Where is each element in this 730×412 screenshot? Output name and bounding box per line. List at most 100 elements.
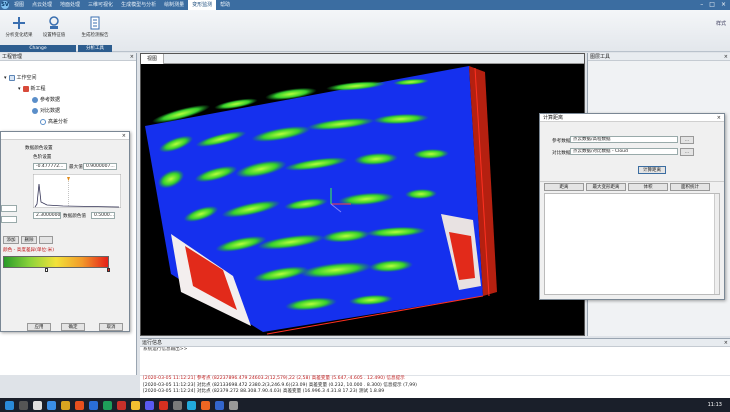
log-lines-area: [2020-03-05 11:12:21] 参考点 (82237896.479 … — [140, 376, 730, 398]
taskbar-app-icon[interactable] — [19, 400, 28, 410]
taskbar-app-icon[interactable] — [145, 400, 154, 410]
menu-item[interactable]: 视图 — [10, 0, 28, 10]
mid-label: 数据颜色值 — [63, 214, 86, 219]
layer-tools-header: 图层工具 × — [588, 53, 730, 61]
tree-item-compare[interactable]: 对比数据 — [32, 107, 60, 114]
right-value-field[interactable]: 0.5000... — [91, 212, 115, 219]
apply-button[interactable]: 应用 — [27, 323, 51, 331]
title-bar: SV 视图 点云处理 地面处理 三维可视化 生成模型与分析 绘制测量 变形监测 帮助 – □ … — [0, 0, 730, 10]
taskbar-app-icon[interactable] — [61, 400, 70, 410]
scrollbar[interactable] — [714, 194, 719, 294]
collapse-icon[interactable]: ▾ — [4, 75, 7, 81]
report-icon — [90, 16, 100, 30]
set-feature-button[interactable]: 设置特征值 — [40, 16, 68, 42]
taskbar-app-icon[interactable] — [89, 400, 98, 410]
feature-icon — [49, 16, 59, 29]
tree-item-height-diff[interactable]: 高差分析 — [40, 118, 68, 125]
taskbar-app-icon[interactable] — [75, 400, 84, 410]
ribbon-group-tools: 分析工具 — [78, 45, 112, 52]
taskbar: 11:13 — [0, 398, 730, 412]
ribbon-group-change: Change — [0, 45, 76, 52]
min-value-field[interactable]: -0.477772... — [33, 163, 67, 170]
project-panel-header: 工程管理 × — [0, 53, 136, 61]
ok-button[interactable]: 确定 — [61, 323, 85, 331]
max-value-field[interactable]: 0.9000007... — [83, 163, 117, 170]
taskbar-app-icon[interactable] — [47, 400, 56, 410]
dialog-title-bar: × — [1, 132, 129, 140]
mid-value-field[interactable]: 2.3000000 — [33, 212, 61, 219]
side-field[interactable] — [1, 216, 17, 223]
browse-compare-button[interactable]: ... — [680, 148, 694, 156]
add-button[interactable]: 添加 — [3, 236, 19, 244]
histogram[interactable] — [33, 174, 121, 208]
side-field[interactable] — [1, 205, 17, 212]
delete-button[interactable]: 删除 — [21, 236, 37, 244]
legend-label: 颜色 - 高度差异(单位:米) — [3, 248, 55, 253]
generate-report-button[interactable]: 生成检测报告 — [80, 16, 110, 42]
app-logo-icon: SV — [1, 1, 9, 9]
browse-reference-button[interactable]: ... — [680, 136, 694, 144]
taskbar-app-icon[interactable] — [173, 400, 182, 410]
reference-label: 参考数据: — [552, 139, 572, 144]
start-icon[interactable] — [5, 400, 14, 410]
tab-max-deformation[interactable]: 最大变形距离 — [586, 183, 626, 191]
tab-view[interactable]: 视图 — [141, 54, 165, 64]
menu-item[interactable]: 生成模型与分析 — [117, 0, 160, 10]
cancel-button[interactable]: 取消 — [99, 323, 123, 331]
point-cloud-render[interactable] — [141, 64, 584, 335]
log-panel: 运行信息 × 系统运行信息输出>> — [140, 338, 730, 375]
panel-close-icon[interactable]: × — [724, 339, 728, 347]
analyze-changes-button[interactable]: 分析变化结果 — [2, 16, 36, 42]
taskbar-app-icon[interactable] — [103, 400, 112, 410]
taskbar-app-icon[interactable] — [33, 400, 42, 410]
taskbar-app-icon[interactable] — [159, 400, 168, 410]
result-area[interactable] — [544, 193, 720, 295]
menu-item[interactable]: 绘制测量 — [160, 0, 188, 10]
ramp-marker-icon[interactable] — [107, 268, 110, 272]
log-header: 系统运行信息输出>> — [143, 347, 188, 352]
taskbar-app-icon[interactable] — [229, 400, 238, 410]
calc-distance-dialog: 计算距离 × 参考数据: 点云数据/高程数据 ... 对比数据: 点云数据/对比… — [539, 113, 725, 300]
max-label: 最大值 — [69, 165, 83, 170]
tree-item-workspace[interactable]: ▾ 工作空间 — [4, 74, 37, 81]
close-icon[interactable]: × — [122, 132, 126, 140]
3d-viewport[interactable]: 视图 — [140, 53, 585, 336]
tab-volume[interactable]: 体积 — [628, 183, 668, 191]
compare-field[interactable]: 点云数据/对比数据 - Cloud — [570, 148, 678, 155]
option-button[interactable] — [39, 236, 53, 244]
tree-item-reference[interactable]: 参考数据 — [32, 96, 60, 103]
taskbar-app-icon[interactable] — [187, 400, 196, 410]
menu-item[interactable]: 点云处理 — [28, 0, 56, 10]
ribbon-toolbar: 样式 分析变化结果 设置特征值 生成检测报告 Change 分析工具 — [0, 10, 730, 52]
maximize-icon[interactable]: □ — [709, 0, 715, 10]
compare-label: 对比数据: — [552, 151, 572, 156]
window-controls: – □ × — [700, 0, 726, 10]
panel-close-icon[interactable]: × — [130, 53, 134, 61]
data-layer-icon — [32, 107, 38, 114]
menu-bar: 视图 点云处理 地面处理 三维可视化 生成模型与分析 绘制测量 变形监测 帮助 — [10, 0, 234, 10]
taskbar-app-icon[interactable] — [201, 400, 210, 410]
menu-item[interactable]: 变形监测 — [188, 0, 217, 10]
minimize-icon[interactable]: – — [700, 0, 703, 10]
taskbar-app-icon[interactable] — [131, 400, 140, 410]
reference-field[interactable]: 点云数据/高程数据 — [570, 136, 678, 143]
group-title: 数据颜色设置 — [25, 146, 53, 151]
taskbar-app-icon[interactable] — [215, 400, 224, 410]
tab-area-stats[interactable]: 面积统计 — [670, 183, 710, 191]
calc-distance-button[interactable]: 计算距离 — [638, 166, 666, 174]
style-label[interactable]: 样式 — [716, 20, 726, 27]
panel-close-icon[interactable]: × — [724, 53, 728, 61]
tab-distance[interactable]: 距离 — [544, 183, 584, 191]
color-ramp[interactable] — [3, 256, 109, 268]
project-icon — [22, 85, 29, 92]
taskbar-app-icon[interactable] — [117, 400, 126, 410]
close-icon[interactable]: × — [721, 0, 726, 10]
ramp-marker-icon[interactable] — [45, 268, 48, 272]
tree-item-project[interactable]: ▾ 新工程 — [18, 85, 46, 92]
menu-item[interactable]: 三维可视化 — [84, 0, 117, 10]
menu-item[interactable]: 帮助 — [216, 0, 234, 10]
collapse-icon[interactable]: ▾ — [18, 86, 21, 92]
menu-item[interactable]: 地面处理 — [56, 0, 84, 10]
subgroup-title: 色阶设置 — [33, 155, 52, 160]
close-icon[interactable]: × — [717, 114, 721, 122]
